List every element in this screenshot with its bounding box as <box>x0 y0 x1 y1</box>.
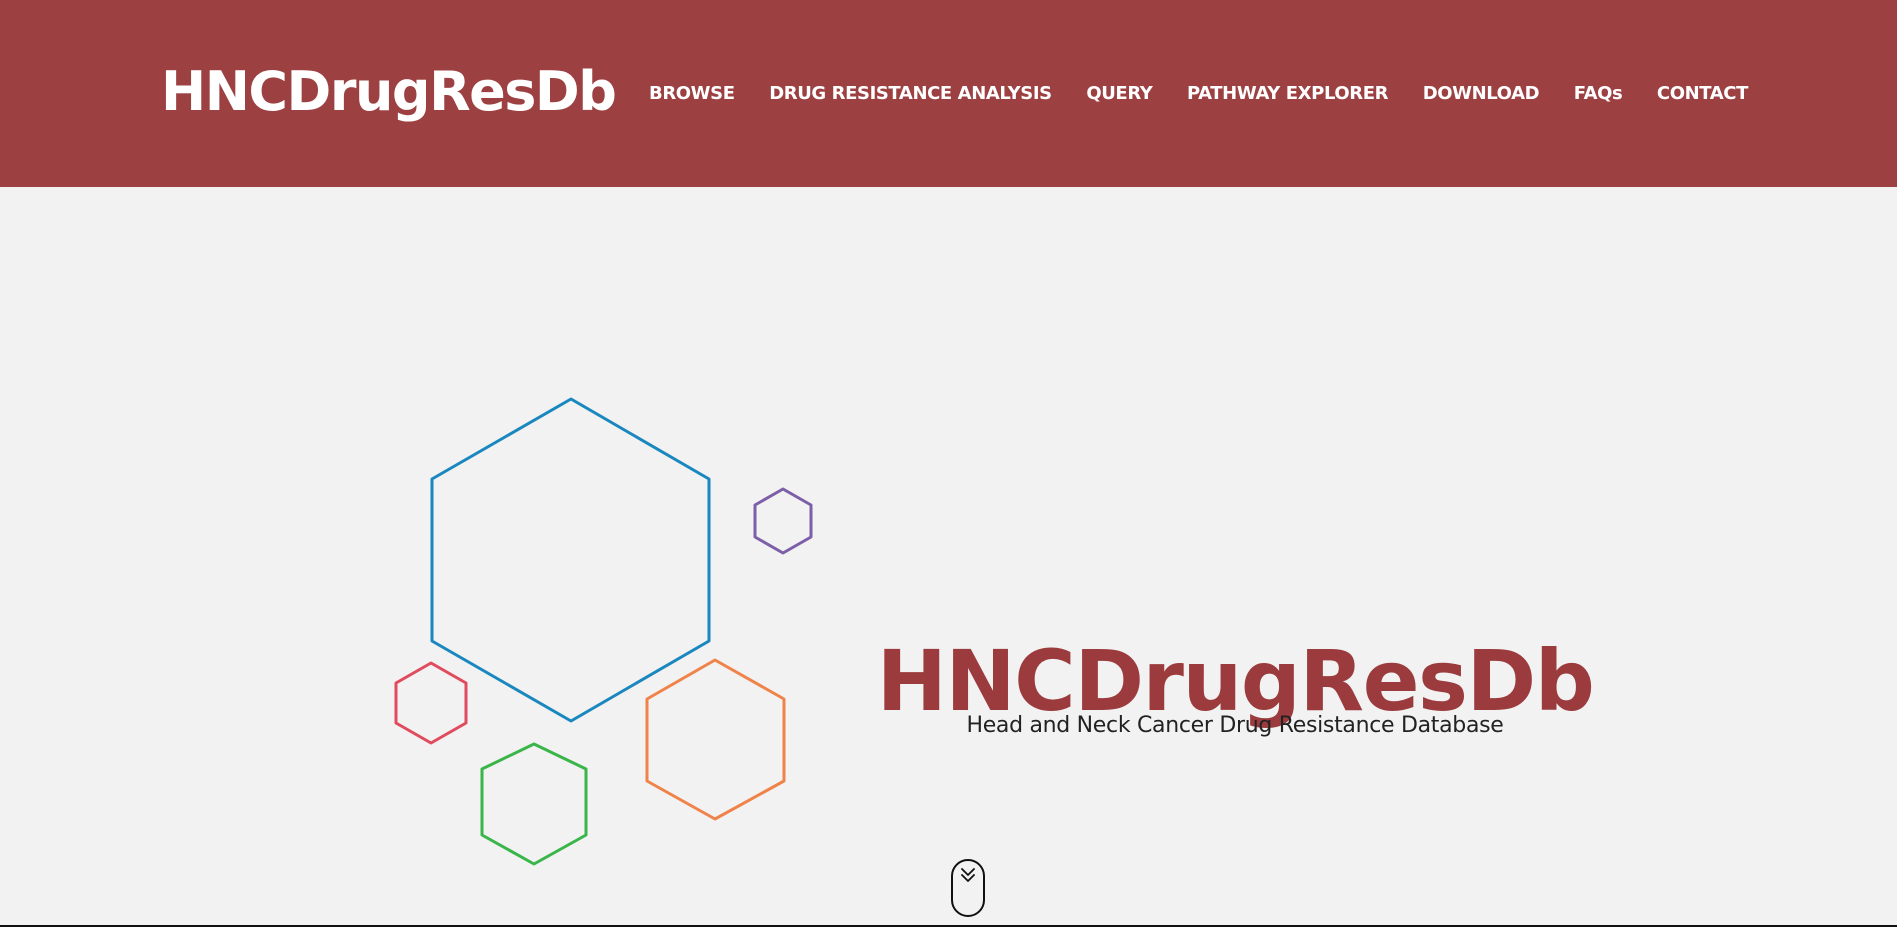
small-purple-hexagon <box>753 487 813 555</box>
nav-link-faqs[interactable]: FAQs <box>1570 77 1627 110</box>
nav-link-download[interactable]: DOWNLOAD <box>1419 77 1543 110</box>
hexagon-graphic <box>394 397 813 866</box>
nav-link-pathway-explorer[interactable]: PATHWAY EXPLORER <box>1183 77 1392 110</box>
orange-hexagon <box>645 658 786 821</box>
nav-item-contact: CONTACT <box>1653 77 1752 110</box>
nav-item-drug-resistance-analysis: DRUG RESISTANCE ANALYSIS <box>765 77 1056 110</box>
large-blue-hexagon <box>430 397 711 723</box>
brand-logo-link[interactable]: HNCDrugResDb <box>161 57 617 127</box>
nav-item-download: DOWNLOAD <box>1419 77 1543 110</box>
nav-item-faqs: FAQs <box>1570 77 1627 110</box>
small-red-hexagon <box>394 661 468 745</box>
nav-item-pathway-explorer: PATHWAY EXPLORER <box>1183 77 1392 110</box>
nav-link-browse[interactable]: BROWSE <box>645 77 739 110</box>
nav-link-drug-resistance-analysis[interactable]: DRUG RESISTANCE ANALYSIS <box>765 77 1056 110</box>
nav-link-contact[interactable]: CONTACT <box>1653 77 1752 110</box>
top-navbar: HNCDrugResDb BROWSE DRUG RESISTANCE ANAL… <box>0 0 1897 187</box>
nav-item-browse: BROWSE <box>645 77 739 110</box>
nav-item-query: QUERY <box>1082 77 1156 110</box>
scroll-down-button[interactable] <box>951 859 985 917</box>
nav-link-query[interactable]: QUERY <box>1082 77 1156 110</box>
main-nav-menu: BROWSE DRUG RESISTANCE ANALYSIS QUERY PA… <box>645 78 1752 108</box>
green-hexagon <box>480 742 588 866</box>
double-chevron-down-icon <box>961 868 975 882</box>
hero-subtitle: Head and Neck Cancer Drug Resistance Dat… <box>966 713 1504 738</box>
